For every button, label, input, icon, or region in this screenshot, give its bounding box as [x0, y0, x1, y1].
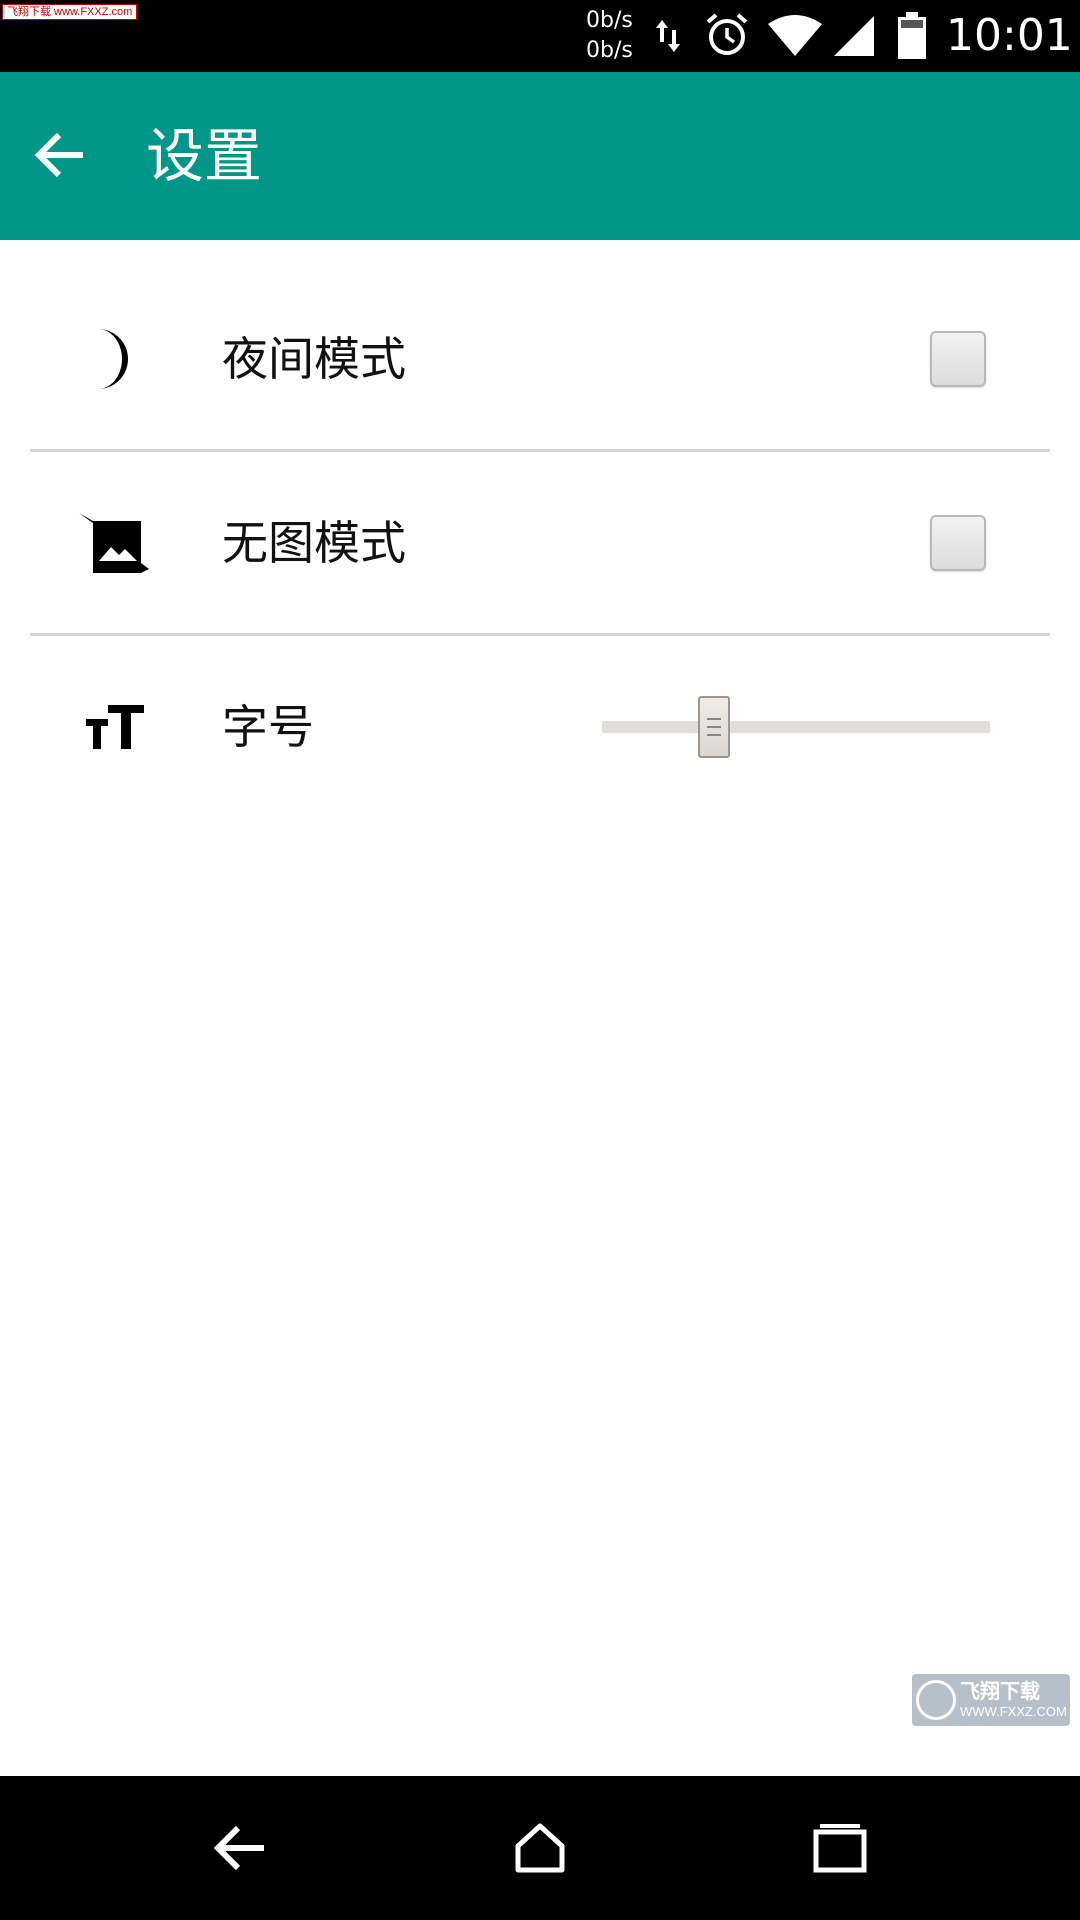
page-title: 设置 — [146, 122, 263, 190]
watermark-top: 飞翔下载 www.FXXZ.com — [2, 4, 138, 20]
arrow-back-icon — [35, 132, 83, 178]
battery-icon — [898, 12, 926, 59]
setting-row-font-size: 字号 — [0, 636, 1080, 818]
alarm-icon — [706, 13, 748, 55]
status-time: 10:01 — [946, 10, 1073, 61]
net-speed-down: 0b/s — [586, 38, 633, 63]
home-icon — [515, 1823, 565, 1873]
signal-icon — [834, 16, 874, 56]
no-image-mode-checkbox[interactable] — [930, 515, 986, 571]
slider-track[interactable] — [602, 721, 990, 733]
net-speed-up: 0b/s — [586, 8, 633, 33]
watermark-text-en: WWW.FXXZ.COM — [960, 1704, 1067, 1719]
slider-thumb[interactable] — [698, 696, 730, 758]
nav-recents-button[interactable] — [804, 1812, 876, 1884]
moon-icon — [70, 268, 160, 450]
setting-row-night-mode[interactable]: 夜间模式 — [0, 268, 1080, 450]
nav-back-button[interactable] — [204, 1812, 276, 1884]
image-off-icon — [70, 452, 160, 634]
font-size-label: 字号 — [222, 700, 314, 754]
text-size-icon — [70, 636, 160, 818]
watermark-logo-icon — [916, 1680, 956, 1720]
watermark-bottom: 飞翔下载 WWW.FXXZ.COM — [912, 1674, 1070, 1726]
app-bar: 设置 — [0, 72, 1080, 240]
data-transfer-icon — [656, 20, 680, 52]
nav-back-icon — [213, 1825, 264, 1871]
watermark-text-cn: 飞翔下载 — [960, 1681, 1040, 1703]
wifi-icon — [768, 15, 822, 56]
nav-home-button[interactable] — [504, 1812, 576, 1884]
setting-row-no-image-mode[interactable]: 无图模式 — [0, 452, 1080, 634]
night-mode-checkbox[interactable] — [930, 331, 986, 387]
recents-icon — [813, 1824, 867, 1873]
back-button[interactable] — [28, 122, 94, 188]
no-image-mode-label: 无图模式 — [222, 516, 406, 570]
net-speed: 0b/s 0b/s — [586, 6, 650, 66]
night-mode-label: 夜间模式 — [222, 332, 406, 386]
status-bar: 飞翔下载 www.FXXZ.com 0b/s 0b/s 10:01 — [0, 0, 1080, 72]
font-size-slider[interactable] — [602, 696, 990, 758]
navigation-bar — [0, 1776, 1080, 1920]
